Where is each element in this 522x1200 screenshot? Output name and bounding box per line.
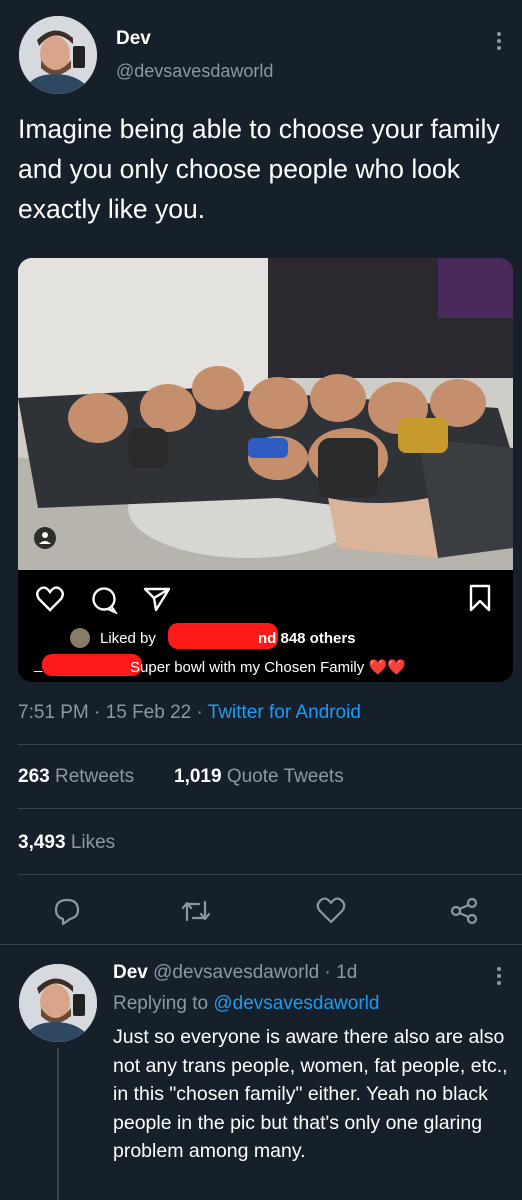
ig-liker-avatar [70,628,90,648]
ig-comment-icon[interactable] [90,586,119,619]
ig-like-icon[interactable] [36,586,64,617]
author-avatar[interactable] [19,16,97,94]
ig-bookmark-icon[interactable] [468,584,492,617]
heart-emoji: ❤️❤️ [368,659,406,676]
replying-to: Replying to @devsavesdaworld [113,993,379,1015]
ig-liked-by-prefix: Liked by [100,630,156,647]
like-icon[interactable] [313,893,349,929]
meta-separator: · [196,702,203,723]
thread-line [57,1048,59,1200]
tweet-time: 7:51 PM [18,702,89,723]
retweet-icon[interactable] [178,893,214,929]
divider [18,808,522,809]
reply-author-name[interactable]: Dev [113,962,148,983]
ig-caption-text: Super bowl with my Chosen Family [130,659,365,676]
divider [18,744,522,745]
redaction-mark [42,654,142,676]
reply-more-options-icon[interactable] [497,964,501,988]
likes-stat[interactable]: 3,493 Likes [18,832,115,854]
tweet-text: Imagine being able to choose your family… [18,114,500,224]
ig-share-icon[interactable] [143,586,171,617]
tweet-date: 15 Feb 22 [105,702,192,723]
reply-icon[interactable] [49,893,85,929]
reply-age[interactable]: · 1d [325,962,358,983]
share-icon[interactable] [446,893,482,929]
reply-header: Dev @devsavesdaworld · 1d [113,962,357,984]
ig-liked-by-suffix: nd 848 others [258,630,356,647]
replying-to-prefix: Replying to [113,993,209,1014]
ig-caption: Super bowl with my Chosen Family ❤️❤️ [130,658,406,676]
tweet-meta: 7:51 PM · 15 Feb 22 · Twitter for Androi… [18,702,361,724]
likes-count: 3,493 [18,832,66,853]
tweet-source[interactable]: Twitter for Android [208,702,361,723]
retweets-stat[interactable]: 263 Retweets [18,766,134,788]
retweets-label: Retweets [54,766,135,787]
author-name[interactable]: Dev [116,28,151,50]
quotes-count: 1,019 [174,766,222,787]
reply-author-handle[interactable]: @devsavesdaworld [153,962,319,983]
meta-separator: · [94,702,101,723]
more-options-icon[interactable] [497,29,501,53]
author-handle[interactable]: @devsavesdaworld [116,61,273,82]
group-photo [18,258,513,570]
reply-author-avatar[interactable] [19,964,97,1042]
retweets-count: 263 [18,766,50,787]
likes-label: Likes [70,832,116,853]
reply-text: Just so everyone is aware there also are… [113,1026,508,1163]
quotes-stat[interactable]: 1,019 Quote Tweets [174,766,344,788]
divider [0,944,522,945]
divider [18,874,522,875]
quotes-label: Quote Tweets [226,766,344,787]
tweet-media[interactable]: Liked by nd 848 others _ Super bowl with… [18,258,513,682]
replying-to-handle[interactable]: @devsavesdaworld [213,993,379,1014]
